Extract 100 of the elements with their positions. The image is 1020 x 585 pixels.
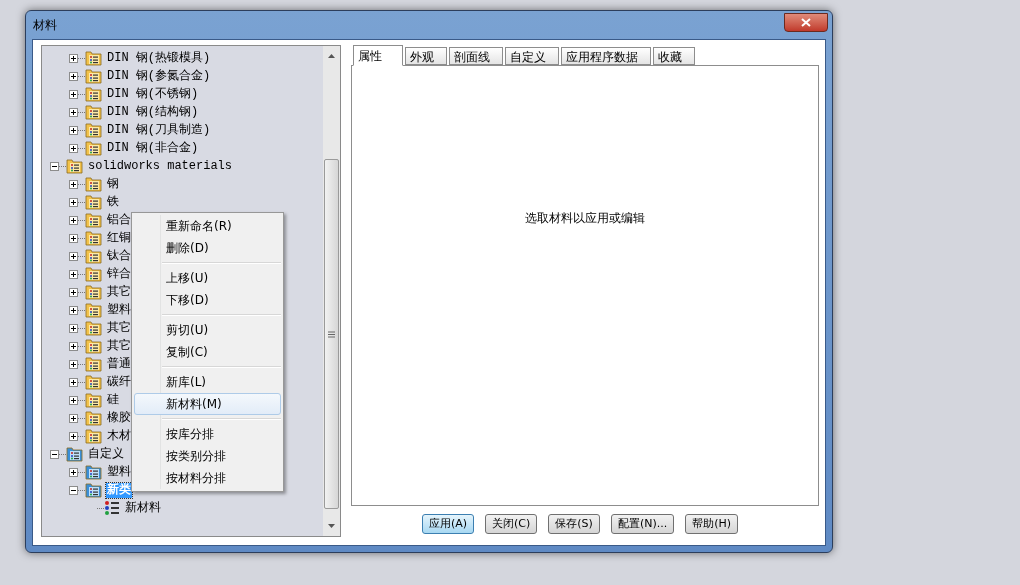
expander-toggle[interactable] (69, 431, 78, 441)
menu-item[interactable]: 按类别分排 (134, 445, 281, 467)
folder-list-icon (85, 410, 102, 426)
folder-list-icon (85, 176, 102, 192)
menu-item[interactable]: 新库(L) (134, 371, 281, 393)
scroll-thumb[interactable] (324, 159, 339, 509)
tree-item[interactable]: 其它 (106, 338, 132, 354)
expander-toggle[interactable] (69, 89, 78, 99)
tree-item[interactable]: 新材料 (124, 500, 162, 516)
expander-toggle[interactable] (69, 305, 78, 315)
expander-toggle[interactable] (69, 197, 78, 207)
dialog-button[interactable]: 帮助(H) (685, 514, 739, 534)
folder-list-icon (85, 374, 102, 390)
expander-toggle[interactable] (69, 233, 78, 243)
tree-item[interactable]: 硅 (106, 392, 120, 408)
expander-toggle[interactable] (69, 341, 78, 351)
tree-item[interactable]: solidworks materials (87, 158, 234, 174)
close-icon (801, 17, 811, 27)
expander-toggle[interactable] (69, 287, 78, 297)
tree-item[interactable]: DIN 钢(刀具制造) (106, 122, 212, 138)
expander-toggle[interactable] (69, 71, 78, 81)
tree-item[interactable]: 橡胶 (106, 410, 132, 426)
folder-list-icon (85, 212, 102, 228)
tab[interactable]: 应用程序数据 (561, 47, 651, 65)
tree-item[interactable]: 钛合 (106, 248, 132, 264)
expander-toggle[interactable] (69, 485, 78, 495)
expander-toggle[interactable] (69, 179, 78, 189)
expander-toggle[interactable] (50, 449, 59, 459)
menu-item[interactable]: 按库分排 (134, 423, 281, 445)
folder-list-icon (85, 50, 102, 66)
tree-item[interactable]: 木材 (106, 428, 132, 444)
folder-list-icon (85, 140, 102, 156)
tree-item[interactable]: 其它 (106, 284, 132, 300)
expander-toggle[interactable] (69, 143, 78, 153)
folder-list-icon (85, 104, 102, 120)
tree-item[interactable]: 自定义 (87, 446, 125, 462)
expander-toggle[interactable] (69, 413, 78, 423)
folder-list-icon (85, 356, 102, 372)
folder-list-icon (85, 122, 102, 138)
menu-item[interactable]: 删除(D) (134, 237, 281, 259)
empty-message: 选取材料以应用或编辑 (525, 210, 645, 225)
tab[interactable]: 收藏 (653, 47, 695, 65)
window-title: 材料 (33, 17, 57, 34)
tab[interactable]: 属性 (353, 45, 403, 66)
tree-item[interactable]: 铝合 (106, 212, 132, 228)
dialog-button[interactable]: 配置(N)... (610, 514, 675, 534)
menu-item[interactable]: 上移(U) (134, 267, 281, 289)
expander-toggle[interactable] (69, 359, 78, 369)
tree-item[interactable]: 钢 (106, 176, 120, 192)
close-button[interactable] (784, 12, 828, 32)
folder-list-icon (85, 338, 102, 354)
tab[interactable]: 外观 (405, 47, 447, 65)
folder-list-icon (85, 302, 102, 318)
dialog-button[interactable]: 应用(A) (421, 514, 475, 534)
folder-list-icon (85, 68, 102, 84)
material-icon (104, 500, 120, 516)
scrollbar[interactable] (323, 46, 340, 536)
dialog-button[interactable]: 保存(S) (548, 514, 600, 534)
tree-item[interactable]: 塑料 (106, 464, 132, 480)
folder-list-icon (85, 194, 102, 210)
folder-list-icon (85, 482, 102, 498)
expander-toggle[interactable] (69, 467, 78, 477)
folder-list-icon (85, 464, 102, 480)
expander-toggle[interactable] (69, 125, 78, 135)
tab[interactable]: 自定义 (505, 47, 559, 65)
folder-list-icon (85, 86, 102, 102)
expander-toggle[interactable] (69, 215, 78, 225)
dialog-button[interactable]: 关闭(C) (485, 514, 538, 534)
tree-item[interactable]: DIN 钢(热锻模具) (106, 50, 212, 66)
expander-toggle[interactable] (69, 269, 78, 279)
expander-toggle[interactable] (69, 377, 78, 387)
folder-list-icon (85, 392, 102, 408)
tree-item[interactable]: 锌合 (106, 266, 132, 282)
tree-item[interactable]: 塑料 (106, 302, 132, 318)
tree-item[interactable]: 其它 (106, 320, 132, 336)
folder-list-icon (85, 428, 102, 444)
tree-item[interactable]: DIN 钢(不锈钢) (106, 86, 200, 102)
folder-list-icon (66, 158, 83, 174)
expander-toggle[interactable] (69, 251, 78, 261)
folder-list-icon (85, 284, 102, 300)
tree-item[interactable]: DIN 钢(参氮合金) (106, 68, 212, 84)
menu-item[interactable]: 按材料分排 (134, 467, 281, 489)
tab[interactable]: 剖面线 (449, 47, 503, 65)
tree-item[interactable]: 普通 (106, 356, 132, 372)
expander-toggle[interactable] (69, 323, 78, 333)
menu-item[interactable]: 剪切(U) (134, 319, 281, 341)
tree-item[interactable]: DIN 钢(非合金) (106, 140, 200, 156)
folder-list-icon (85, 320, 102, 336)
expander-toggle[interactable] (69, 395, 78, 405)
expander-toggle[interactable] (69, 107, 78, 117)
expander-toggle[interactable] (69, 53, 78, 63)
menu-item[interactable]: 重新命名(R) (134, 215, 281, 237)
tree-item[interactable]: DIN 钢(结构钢) (106, 104, 200, 120)
menu-item[interactable]: 新材料(M) (134, 393, 281, 415)
tree-item[interactable]: 红铜 (106, 230, 132, 246)
tree-item[interactable]: 碳纤 (106, 374, 132, 390)
tree-item[interactable]: 铁 (106, 194, 120, 210)
menu-item[interactable]: 复制(C) (134, 341, 281, 363)
menu-item[interactable]: 下移(D) (134, 289, 281, 311)
expander-toggle[interactable] (50, 161, 59, 171)
